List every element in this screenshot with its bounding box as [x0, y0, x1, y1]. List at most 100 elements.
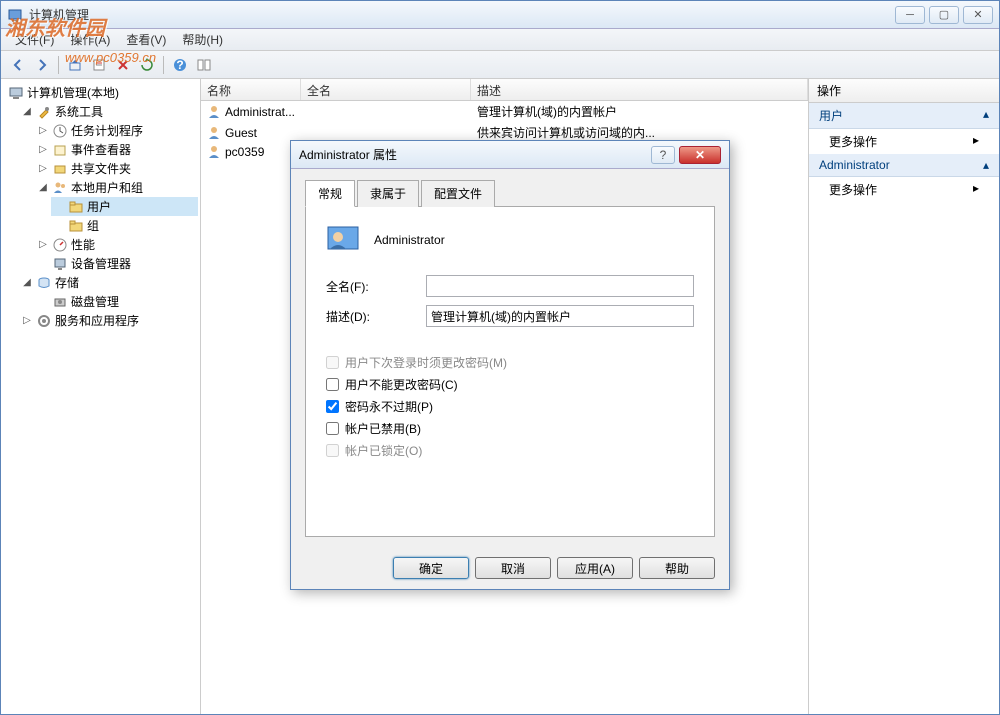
ok-button[interactable]: 确定	[393, 557, 469, 579]
col-desc[interactable]: 描述	[471, 79, 808, 100]
tree-label: 系统工具	[55, 103, 103, 120]
tree-local-users[interactable]: ◢ 本地用户和组	[35, 178, 198, 197]
tab-content: Administrator 全名(F): 描述(D): 用户下次登录时须更改密码…	[305, 207, 715, 537]
expand-icon[interactable]: ▷	[21, 315, 33, 326]
tree-groups[interactable]: 组	[51, 216, 198, 235]
dialog-tabs: 常规 隶属于 配置文件	[305, 179, 715, 207]
tree-root[interactable]: 计算机管理(本地)	[3, 83, 198, 102]
tab-member[interactable]: 隶属于	[357, 180, 419, 207]
maximize-button[interactable]: ▢	[929, 6, 959, 24]
dialog-title: Administrator 属性	[299, 146, 651, 163]
close-button[interactable]: ✕	[963, 6, 993, 24]
up-button[interactable]	[64, 54, 86, 76]
collapse-icon[interactable]: ◢	[21, 277, 33, 288]
tree-label: 本地用户和组	[71, 179, 143, 196]
chevron-right-icon: ▸	[973, 133, 979, 150]
check-cannot-change[interactable]: 用户不能更改密码(C)	[326, 376, 694, 393]
tools-icon	[36, 104, 52, 120]
tab-profile[interactable]: 配置文件	[421, 180, 495, 207]
tree-users[interactable]: 用户	[51, 197, 198, 216]
show-hide-icon[interactable]	[193, 54, 215, 76]
tree-label: 事件查看器	[71, 141, 131, 158]
tree-pane[interactable]: 计算机管理(本地) ◢ 系统工具 ▷ 任务计划程序 ▷	[1, 79, 201, 714]
tree-label: 存储	[55, 274, 79, 291]
dialog-titlebar[interactable]: Administrator 属性 ? ✕	[291, 141, 729, 169]
delete-icon[interactable]	[112, 54, 134, 76]
desc-label: 描述(D):	[326, 308, 426, 325]
disabled-checkbox[interactable]	[326, 422, 339, 435]
cancel-button[interactable]: 取消	[475, 557, 551, 579]
action-section-users[interactable]: 用户▴	[809, 103, 999, 129]
forward-button[interactable]	[31, 54, 53, 76]
refresh-icon[interactable]	[136, 54, 158, 76]
back-button[interactable]	[7, 54, 29, 76]
tree-label: 设备管理器	[71, 255, 131, 272]
menu-action[interactable]: 操作(A)	[62, 29, 118, 50]
cell-fullname	[301, 102, 471, 121]
apply-button[interactable]: 应用(A)	[557, 557, 633, 579]
tab-general[interactable]: 常规	[305, 180, 355, 207]
help-button[interactable]: 帮助	[639, 557, 715, 579]
action-more-2[interactable]: 更多操作▸	[809, 177, 999, 202]
menu-help[interactable]: 帮助(H)	[174, 29, 231, 50]
tree-disk-mgmt[interactable]: 磁盘管理	[35, 292, 198, 311]
cell-name: pc0359	[225, 145, 264, 159]
tree-storage[interactable]: ◢ 存储	[19, 273, 198, 292]
user-icon	[207, 145, 221, 159]
expand-icon[interactable]: ▷	[37, 125, 49, 136]
tree-services-apps[interactable]: ▷ 服务和应用程序	[19, 311, 198, 330]
expand-icon[interactable]: ▷	[37, 239, 49, 250]
tree-system-tools[interactable]: ◢ 系统工具	[19, 102, 198, 121]
action-section-admin[interactable]: Administrator▴	[809, 154, 999, 177]
tree-label: 共享文件夹	[71, 160, 131, 177]
tree-label: 性能	[71, 236, 95, 253]
user-icon	[207, 105, 221, 119]
cannot-change-checkbox[interactable]	[326, 378, 339, 391]
cell-name: Administrat...	[225, 105, 295, 119]
actions-header: 操作	[809, 79, 999, 103]
computer-icon	[8, 85, 24, 101]
tree-device-manager[interactable]: 设备管理器	[35, 254, 198, 273]
never-expire-checkbox[interactable]	[326, 400, 339, 413]
titlebar: 计算机管理 ─ ▢ ✕	[1, 1, 999, 29]
dialog-close-button[interactable]: ✕	[679, 146, 721, 164]
actions-pane: 操作 用户▴ 更多操作▸ Administrator▴ 更多操作▸	[809, 79, 999, 714]
locked-checkbox	[326, 444, 339, 457]
help-icon[interactable]: ?	[169, 54, 191, 76]
fullname-input[interactable]	[426, 275, 694, 297]
username-display: Administrator	[374, 233, 445, 247]
cell-desc: 管理计算机(域)的内置帐户	[471, 102, 808, 121]
must-change-checkbox	[326, 356, 339, 369]
list-row[interactable]: Administrat... 管理计算机(域)的内置帐户	[201, 101, 808, 122]
tree-shared-folders[interactable]: ▷ 共享文件夹	[35, 159, 198, 178]
check-never-expire[interactable]: 密码永不过期(P)	[326, 398, 694, 415]
expand-icon[interactable]: ▷	[37, 144, 49, 155]
check-disabled[interactable]: 帐户已禁用(B)	[326, 420, 694, 437]
collapse-icon[interactable]: ◢	[21, 106, 33, 117]
device-icon	[52, 256, 68, 272]
col-fullname[interactable]: 全名	[301, 79, 471, 100]
minimize-button[interactable]: ─	[895, 6, 925, 24]
tree-performance[interactable]: ▷ 性能	[35, 235, 198, 254]
col-name[interactable]: 名称	[201, 79, 301, 100]
folder-icon	[68, 199, 84, 215]
performance-icon	[52, 237, 68, 253]
collapse-icon[interactable]: ◢	[37, 182, 49, 193]
storage-icon	[36, 275, 52, 291]
tree-event-viewer[interactable]: ▷ 事件查看器	[35, 140, 198, 159]
menu-file[interactable]: 文件(F)	[7, 29, 62, 50]
user-avatar-icon	[326, 223, 360, 257]
dialog-help-button[interactable]: ?	[651, 146, 675, 164]
menu-view[interactable]: 查看(V)	[118, 29, 174, 50]
action-more-1[interactable]: 更多操作▸	[809, 129, 999, 154]
tree-task-scheduler[interactable]: ▷ 任务计划程序	[35, 121, 198, 140]
disk-icon	[52, 294, 68, 310]
collapse-icon: ▴	[983, 158, 989, 172]
properties-icon[interactable]	[88, 54, 110, 76]
desc-input[interactable]	[426, 305, 694, 327]
window-title: 计算机管理	[29, 6, 895, 23]
share-icon	[52, 161, 68, 177]
expand-icon[interactable]: ▷	[37, 163, 49, 174]
event-icon	[52, 142, 68, 158]
cell-name: Guest	[225, 126, 257, 140]
